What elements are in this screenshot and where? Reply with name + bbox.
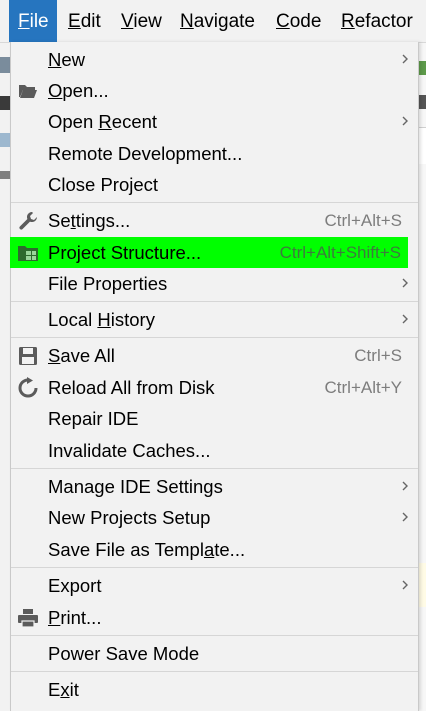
menu-item-exit[interactable]: Exit (11, 674, 418, 705)
menu-item-close-project[interactable]: Close Project (11, 169, 418, 200)
menu-separator (11, 567, 418, 568)
chevron-right-icon (402, 116, 408, 126)
menu-item-label: Close Project (48, 174, 159, 195)
menu-separator (11, 301, 418, 302)
menu-item-label: Manage IDE Settings (48, 476, 223, 497)
menu-item-reload-all-from-disk[interactable]: Reload All from Disk Ctrl+Alt+Y (11, 372, 418, 403)
menu-view-mnemonic: V (121, 11, 134, 32)
wrench-icon (19, 211, 38, 230)
menu-item-label: Exit (48, 679, 79, 700)
menu-bar: File Edit View Navigate Code Refactor (0, 0, 426, 43)
menu-item-remote-development[interactable]: Remote Development... (11, 138, 418, 169)
menu-item-label: Invalidate Caches... (48, 440, 211, 461)
menu-item-project-structure[interactable]: Project Structure... Ctrl+Alt+Shift+S (10, 237, 408, 268)
menu-file[interactable]: File (9, 0, 57, 42)
shortcut-label: Ctrl+Alt+S (324, 211, 402, 230)
reload-icon (18, 377, 38, 398)
menu-refactor[interactable]: Refactor (341, 0, 413, 42)
shortcut-label: Ctrl+Alt+Y (324, 378, 402, 397)
menu-item-new-projects-setup[interactable]: New Projects Setup (11, 502, 418, 533)
menu-edit-mnemonic: E (68, 11, 81, 32)
menu-item-label: Open Recent (48, 111, 158, 132)
menu-item-label: Project Structure... (48, 242, 202, 263)
menu-edit[interactable]: Edit (68, 0, 101, 42)
menu-item-file-properties[interactable]: File Properties (11, 268, 418, 299)
menu-navigate[interactable]: Navigate (180, 0, 255, 42)
menu-item-repair-ide[interactable]: Repair IDE (11, 403, 418, 434)
menu-item-label: Settings... (48, 210, 131, 231)
save-icon (19, 347, 37, 365)
menu-item-label: Save File as Template... (48, 539, 246, 560)
printer-icon (18, 609, 38, 628)
menu-code-rest: ode (289, 11, 322, 32)
menu-item-export[interactable]: Export (11, 570, 418, 601)
menu-separator (11, 468, 418, 469)
folder-open-icon (19, 85, 37, 98)
menu-edit-rest: dit (80, 11, 101, 32)
menu-refactor-mnemonic: R (341, 11, 355, 32)
menu-file-rest: ile (29, 11, 49, 32)
menu-item-label: Reload All from Disk (48, 377, 215, 398)
menu-item-save-all[interactable]: Save All Ctrl+S (11, 340, 418, 371)
menu-navigate-rest: avigate (193, 11, 256, 32)
file-menu-dropdown: New Open... Open Recent Remote Developme… (10, 42, 419, 711)
chevron-right-icon (402, 54, 408, 64)
menu-item-new[interactable]: New (11, 44, 418, 75)
menu-separator (11, 337, 418, 338)
menu-file-mnemonic: F (18, 11, 30, 32)
menu-item-label: Save All (48, 345, 115, 366)
menu-separator (11, 635, 418, 636)
menu-item-open-recent[interactable]: Open Recent (11, 106, 418, 137)
menu-item-save-file-as-template[interactable]: Save File as Template... (11, 534, 418, 565)
chevron-right-icon (402, 481, 408, 491)
menu-item-local-history[interactable]: Local History (11, 304, 418, 335)
menu-item-label: Open... (48, 80, 109, 101)
chevron-right-icon (402, 580, 408, 590)
chevron-right-icon (402, 512, 408, 522)
menu-view-rest: iew (133, 11, 162, 32)
menu-item-power-save-mode[interactable]: Power Save Mode (11, 638, 418, 669)
ide-background-left (0, 43, 10, 711)
menu-item-label: Repair IDE (48, 408, 139, 429)
menu-item-label: New Projects Setup (48, 507, 211, 528)
shortcut-label: Ctrl+S (354, 346, 402, 365)
menu-code[interactable]: Code (276, 0, 321, 42)
menu-item-label: Remote Development... (48, 143, 243, 164)
menu-item-label: Export (48, 575, 102, 596)
menu-item-invalidate-caches[interactable]: Invalidate Caches... (11, 435, 418, 466)
menu-item-label: Power Save Mode (48, 643, 200, 664)
menu-item-label: New (48, 49, 86, 70)
menu-code-mnemonic: C (276, 11, 290, 32)
chevron-right-icon (402, 314, 408, 324)
project-structure-icon (18, 246, 38, 261)
menu-view[interactable]: View (121, 0, 162, 42)
menu-item-manage-ide-settings[interactable]: Manage IDE Settings (11, 471, 418, 502)
menu-item-label: File Properties (48, 273, 168, 294)
chevron-right-icon (402, 278, 408, 288)
menu-item-settings[interactable]: Settings... Ctrl+Alt+S (11, 205, 418, 236)
menu-separator (11, 671, 418, 672)
menu-item-open[interactable]: Open... (11, 75, 418, 106)
shortcut-label: Ctrl+Alt+Shift+S (279, 243, 401, 262)
menu-item-label: Print... (48, 607, 102, 628)
menu-separator (11, 202, 418, 203)
menu-item-print[interactable]: Print... (11, 602, 418, 633)
ide-background-right (418, 43, 426, 711)
menu-refactor-rest: efactor (354, 11, 413, 32)
menu-item-label: Local History (48, 309, 155, 330)
menu-navigate-mnemonic: N (180, 11, 194, 32)
